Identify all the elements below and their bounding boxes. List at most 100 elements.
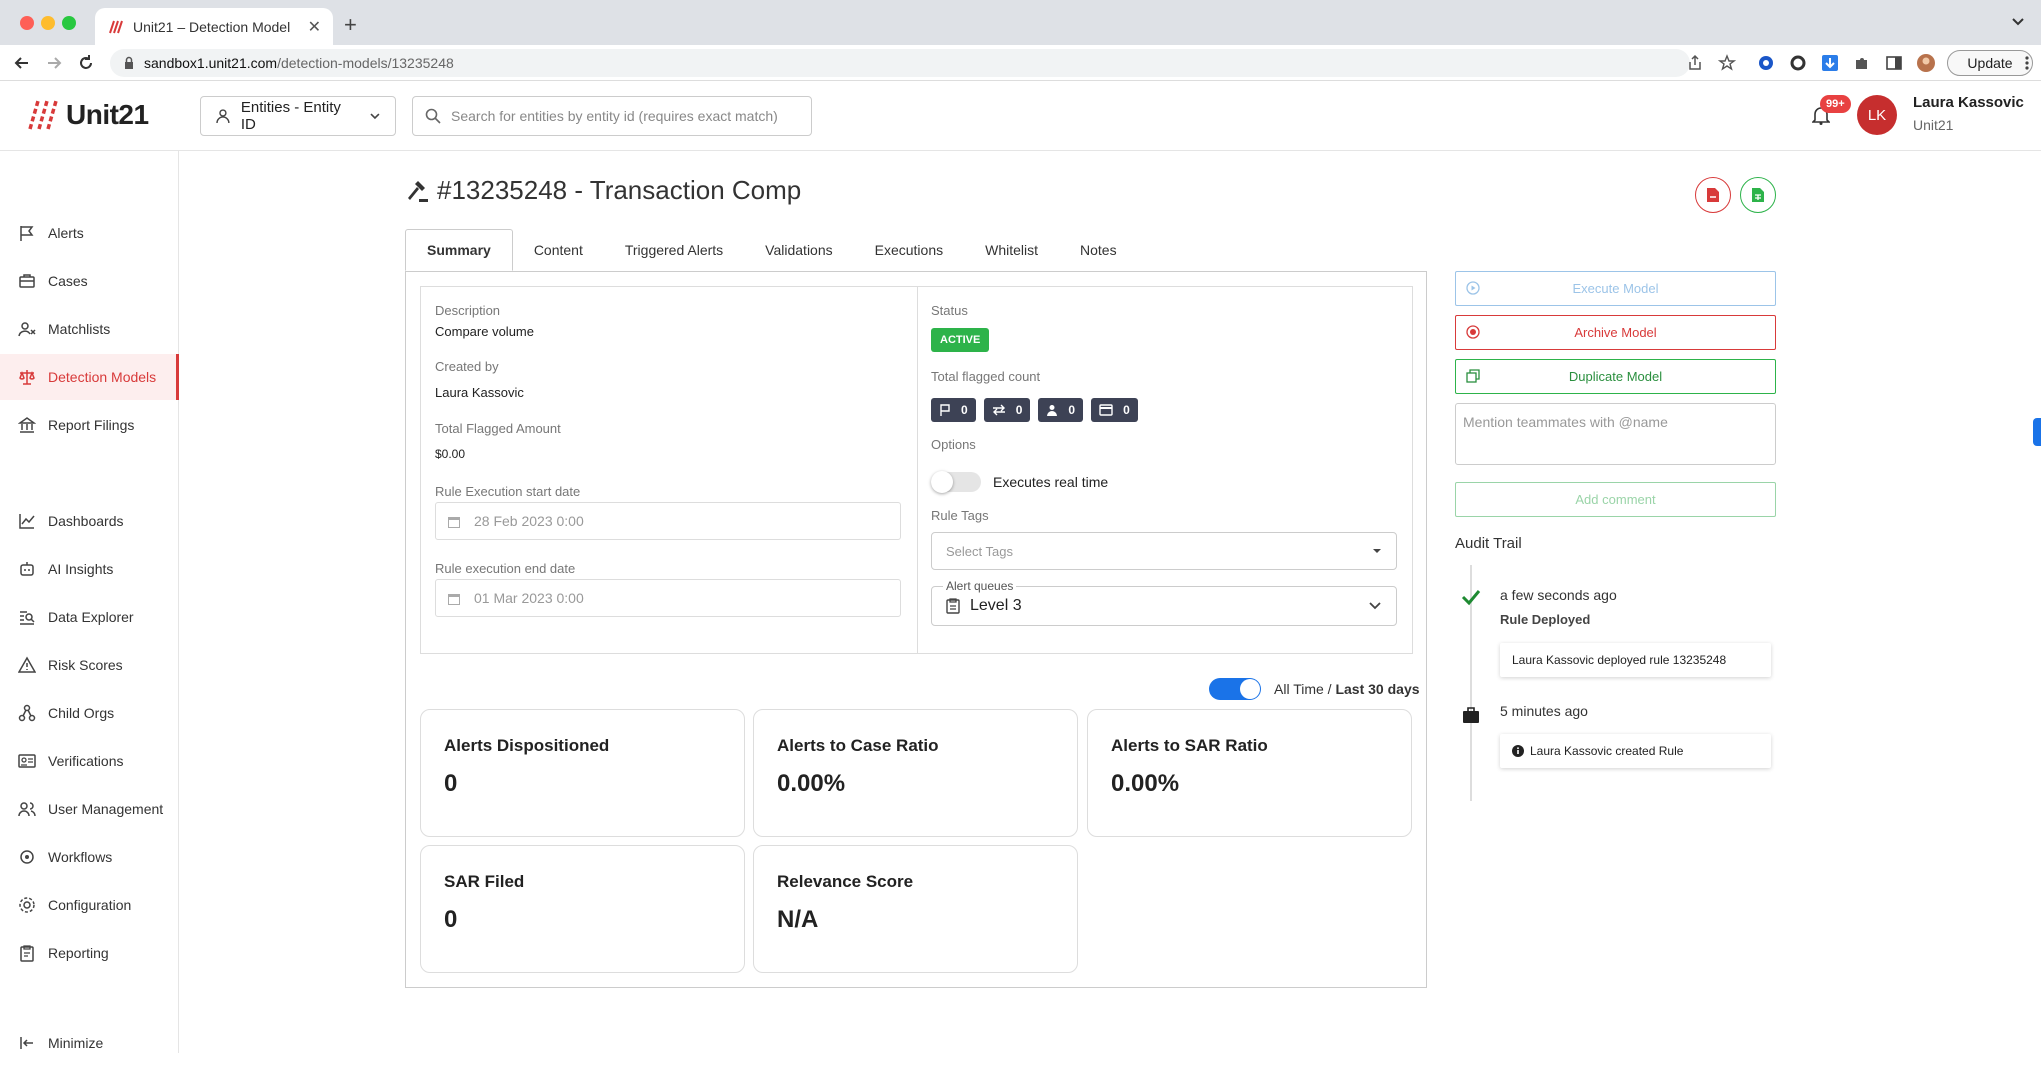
stat-label: Alerts to Case Ratio <box>777 736 939 755</box>
url-host: sandbox1.unit21.com <box>144 55 278 71</box>
model-tabs: Summary Content Triggered Alerts Validat… <box>405 229 1138 271</box>
scrollbar-handle[interactable] <box>2033 418 2041 446</box>
flagged-count-label: Total flagged count <box>931 369 1041 384</box>
browser-toolbar: sandbox1.unit21.com/detection-models/132… <box>0 45 2041 81</box>
rule-tags-placeholder: Select Tags <box>946 543 1013 559</box>
created-by-label: Created by <box>435 359 499 374</box>
stat-value: 0.00% <box>1111 770 1180 797</box>
sidebar-item-data-explorer[interactable]: Data Explorer <box>0 594 179 640</box>
scale-icon <box>19 370 35 385</box>
sidebar-item-matchlists[interactable]: Matchlists <box>0 306 179 352</box>
tab-executions[interactable]: Executions <box>854 229 964 271</box>
start-date-value: 28 Feb 2023 0:00 <box>474 513 584 529</box>
tab-summary[interactable]: Summary <box>405 229 513 271</box>
gear-icon <box>19 897 35 913</box>
sidebar-item-label: Dashboards <box>48 513 124 529</box>
close-window-button[interactable] <box>20 16 34 30</box>
realtime-toggle[interactable] <box>931 471 981 493</box>
end-date-input[interactable]: 01 Mar 2023 0:00 <box>435 579 901 617</box>
entity-select-label: Entities - Entity ID <box>240 99 341 133</box>
archive-model-button[interactable]: Archive Model <box>1455 315 1776 350</box>
flagged-alerts-count: 0 <box>961 403 968 417</box>
user-name[interactable]: Laura Kassovic <box>1913 94 2024 111</box>
profile-avatar-icon[interactable] <box>1917 54 1935 72</box>
sidebar-item-detection-models[interactable]: Detection Models <box>0 354 179 400</box>
stat-card-sar-filed: SAR Filed 0 <box>420 845 745 973</box>
sidebar-nav: Alerts Cases Matchlists Detection Models… <box>0 151 179 1053</box>
sidebar-item-cases[interactable]: Cases <box>0 258 179 304</box>
export-pdf-button[interactable] <box>1695 177 1731 213</box>
unit21-logo[interactable]: Unit21 <box>26 99 149 131</box>
sidebar-item-label: Reporting <box>48 945 109 961</box>
address-bar[interactable]: sandbox1.unit21.com/detection-models/132… <box>110 49 1690 77</box>
rule-tags-select[interactable]: Select Tags <box>931 532 1397 570</box>
calendar-icon <box>448 516 460 528</box>
execute-model-button[interactable]: Execute Model <box>1455 271 1776 306</box>
add-comment-button[interactable]: Add comment <box>1455 482 1776 517</box>
sidebar-item-ai-insights[interactable]: AI Insights <box>0 546 179 592</box>
duplicate-model-button[interactable]: Duplicate Model <box>1455 359 1776 394</box>
reload-icon[interactable] <box>76 53 96 73</box>
bookmark-star-icon[interactable] <box>1718 54 1736 72</box>
start-date-input[interactable]: 28 Feb 2023 0:00 <box>435 502 901 540</box>
export-csv-button[interactable] <box>1740 177 1776 213</box>
queue-clipboard-icon <box>946 598 960 614</box>
entity-search-input[interactable]: Search for entities by entity id (requir… <box>412 96 812 136</box>
transfer-arrows-icon <box>992 404 1005 416</box>
flagged-alerts-chip: 0 <box>931 398 976 422</box>
tab-search-chevron-icon[interactable] <box>2011 14 2025 28</box>
tab-triggered-alerts[interactable]: Triggered Alerts <box>604 229 744 271</box>
side-panel-icon[interactable] <box>1885 54 1903 72</box>
extensions-puzzle-icon[interactable] <box>1853 54 1871 72</box>
tab-whitelist[interactable]: Whitelist <box>964 229 1059 271</box>
last-30-days-option[interactable]: Last 30 days <box>1335 681 1419 697</box>
close-tab-icon[interactable]: ✕ <box>308 17 321 37</box>
browser-tab[interactable]: Unit21 – Detection Model ✕ <box>95 8 333 45</box>
sidebar-item-label: Workflows <box>48 849 113 865</box>
browser-menu-icon[interactable] <box>2018 54 2036 72</box>
page-title: #13235248 - Transaction Comp <box>437 175 802 205</box>
audit-entry-time: a few seconds ago <box>1500 587 1617 603</box>
sidebar-item-dashboards[interactable]: Dashboards <box>0 498 179 544</box>
stat-label: Alerts to SAR Ratio <box>1111 736 1268 755</box>
sidebar-item-alerts[interactable]: Alerts <box>0 210 179 256</box>
time-range-toggle[interactable] <box>1209 678 1261 700</box>
browser-tab-bar: Unit21 – Detection Model ✕ + <box>0 0 2041 45</box>
tab-notes[interactable]: Notes <box>1059 229 1138 271</box>
minimize-window-button[interactable] <box>41 16 55 30</box>
user-avatar[interactable]: LK <box>1857 95 1897 135</box>
sidebar-minimize-button[interactable]: Minimize <box>0 1020 179 1066</box>
forward-arrow-icon[interactable] <box>44 53 64 73</box>
sidebar-item-label: Alerts <box>48 225 84 241</box>
sidebar-item-label: Cases <box>48 273 88 289</box>
download-icon[interactable] <box>1821 54 1839 72</box>
entity-type-select[interactable]: Entities - Entity ID <box>200 96 396 136</box>
start-date-label: Rule Execution start date <box>435 484 581 499</box>
gavel-icon <box>408 180 428 202</box>
stat-value: 0.00% <box>777 770 846 797</box>
sidebar-item-user-management[interactable]: User Management <box>0 786 179 832</box>
all-time-option[interactable]: All Time / <box>1274 681 1332 697</box>
sidebar-item-label: Child Orgs <box>48 705 115 721</box>
sidebar-item-verifications[interactable]: Verifications <box>0 738 179 784</box>
back-arrow-icon[interactable] <box>12 53 32 73</box>
alert-queues-value: Level 3 <box>970 597 1022 614</box>
sidebar-item-child-orgs[interactable]: Child Orgs <box>0 690 179 736</box>
sidebar-item-label: Report Filings <box>48 417 135 433</box>
extension-blue-icon[interactable] <box>1757 54 1775 72</box>
sidebar-item-configuration[interactable]: Configuration <box>0 882 179 928</box>
stat-value: N/A <box>777 906 819 933</box>
sidebar-item-risk-scores[interactable]: Risk Scores <box>0 642 179 688</box>
realtime-label: Executes real time <box>993 474 1109 490</box>
sidebar-item-reporting[interactable]: Reporting <box>0 930 179 976</box>
share-icon[interactable] <box>1686 54 1704 72</box>
sidebar-item-workflows[interactable]: Workflows <box>0 834 179 880</box>
sidebar-item-report-filings[interactable]: Report Filings <box>0 402 179 448</box>
extension-gear-icon[interactable] <box>1789 54 1807 72</box>
zoom-window-button[interactable] <box>62 16 76 30</box>
checkered-flag-icon <box>940 404 950 416</box>
new-tab-icon[interactable]: + <box>344 12 357 38</box>
tab-content[interactable]: Content <box>513 229 604 271</box>
comment-input[interactable]: Mention teammates with @name <box>1455 403 1776 465</box>
tab-validations[interactable]: Validations <box>744 229 853 271</box>
